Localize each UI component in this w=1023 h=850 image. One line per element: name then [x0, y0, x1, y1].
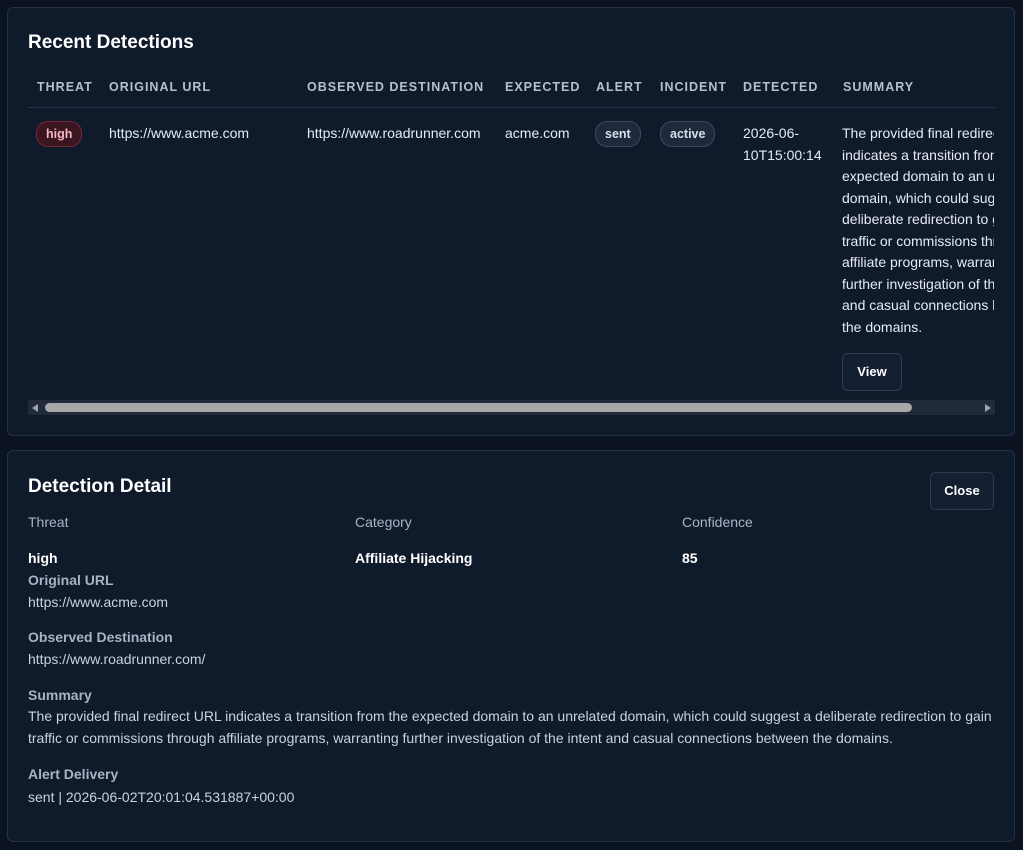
category-value: Affiliate Hijacking — [355, 550, 473, 566]
original-url-value: https://www.acme.com — [28, 594, 169, 610]
observed-destination-value: https://www.roadrunner.com/ — [28, 651, 206, 667]
incident-status-badge: active — [660, 121, 716, 147]
table-row[interactable]: high https://www.acme.com https://www.ro… — [28, 108, 995, 408]
summary-cell: The provided final redirect URL indicate… — [842, 123, 995, 391]
scroll-right-arrow-icon[interactable] — [985, 404, 991, 412]
confidence-label: Confidence — [682, 514, 753, 530]
summary-text: The provided final redirect URL indicate… — [842, 123, 994, 338]
detection-detail-title: Detection Detail — [28, 476, 172, 497]
summary-line: further investigation of the intent — [842, 275, 994, 292]
summary-line: the domains. — [842, 318, 923, 335]
column-header-incident[interactable]: INCIDENT — [660, 80, 727, 94]
recent-detections-title: Recent Detections — [28, 32, 194, 53]
detected-date: 2026-06- — [743, 125, 800, 141]
column-header-expected[interactable]: EXPECTED — [505, 80, 580, 94]
scrollbar-thumb[interactable] — [45, 403, 912, 412]
alert-status-badge: sent — [595, 121, 641, 147]
observed-destination-label: Observed Destination — [28, 629, 173, 645]
summary-value: The provided final redirect URL indicate… — [28, 708, 992, 746]
observed-destination-cell: https://www.roadrunner.com — [307, 125, 481, 141]
horizontal-scrollbar[interactable] — [28, 400, 995, 415]
summary-line: expected domain to an unrelated — [842, 168, 994, 184]
alert-delivery-label: Alert Delivery — [28, 766, 119, 782]
column-header-observed-destination[interactable]: OBSERVED DESTINATION — [307, 80, 484, 94]
detection-detail-panel: Detection Detail Close Threat Category C… — [7, 450, 1015, 842]
column-header-original-url[interactable]: ORIGINAL URL — [109, 80, 211, 94]
alert-delivery-value: sent | 2026-06-02T20:01:04.531887+00:00 — [28, 789, 295, 805]
detected-cell: 2026-06- 10T15:00:14 — [743, 123, 822, 166]
table-header-row: THREAT ORIGINAL URL OBSERVED DESTINATION… — [28, 70, 995, 108]
column-header-summary[interactable]: SUMMARY — [843, 80, 914, 94]
scroll-left-arrow-icon[interactable] — [32, 404, 38, 412]
category-label: Category — [355, 514, 412, 530]
threat-label: Threat — [28, 514, 69, 530]
summary-line: The provided final redirect URL — [842, 125, 994, 141]
original-url-cell: https://www.acme.com — [109, 125, 250, 141]
summary-line: and casual connections between — [842, 297, 994, 313]
close-button[interactable]: Close — [930, 472, 994, 510]
threat-cell: high — [36, 121, 83, 147]
threat-value: high — [28, 550, 58, 566]
summary-label: Summary — [28, 687, 92, 703]
summary-line: deliberate redirection to gain — [842, 211, 994, 227]
expected-cell: acme.com — [505, 125, 570, 141]
column-header-threat[interactable]: THREAT — [37, 80, 93, 94]
summary-line: indicates a transition from the — [842, 146, 994, 163]
alert-cell: sent — [595, 121, 641, 147]
summary-line: affiliate programs, warranting — [842, 254, 994, 270]
incident-cell: active — [660, 121, 716, 147]
recent-detections-panel: Recent Detections THREAT ORIGINAL URL OB… — [7, 7, 1015, 436]
detections-table: THREAT ORIGINAL URL OBSERVED DESTINATION… — [28, 70, 995, 410]
summary-line: domain, which could suggest a — [842, 189, 994, 206]
detected-time: 10T15:00:14 — [743, 146, 822, 163]
column-header-detected[interactable]: DETECTED — [743, 80, 818, 94]
view-button[interactable]: View — [842, 353, 902, 391]
original-url-label: Original URL — [28, 572, 114, 588]
summary-line: traffic or commissions through — [842, 232, 994, 249]
confidence-value: 85 — [682, 550, 698, 566]
threat-badge: high — [36, 121, 83, 147]
column-header-alert[interactable]: ALERT — [596, 80, 643, 94]
